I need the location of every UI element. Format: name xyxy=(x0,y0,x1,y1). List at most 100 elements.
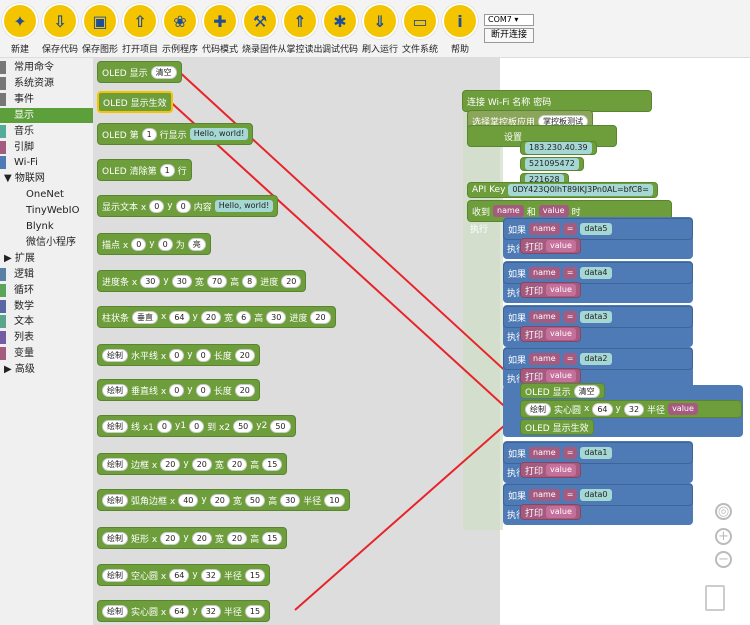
config-value[interactable]: 183.230.40.39 xyxy=(525,142,592,154)
progress-block[interactable]: 进度条 x 30 y 30 宽 70 高 8 进度 20 xyxy=(97,270,307,292)
block-field[interactable]: 50 xyxy=(233,419,254,433)
text-block[interactable]: 显示文本 x 0 y 0 内容 Hello, world! xyxy=(97,195,279,217)
eq-op[interactable]: = xyxy=(562,223,578,235)
block-field[interactable]: 15 xyxy=(244,568,266,582)
block-field[interactable]: 绘制 xyxy=(102,568,128,582)
block-field[interactable]: 8 xyxy=(242,274,258,288)
category-item[interactable]: 事件 xyxy=(0,92,93,107)
block-field[interactable]: 亮 xyxy=(187,237,206,251)
block-field[interactable]: 20 xyxy=(160,531,181,545)
block-field[interactable]: 20 xyxy=(310,310,331,324)
category-item[interactable]: 逻辑 xyxy=(0,267,93,282)
block-field[interactable]: 0 xyxy=(131,237,147,251)
var-name[interactable]: name xyxy=(529,267,560,279)
block-field[interactable]: 0 xyxy=(157,237,173,251)
block-field[interactable]: 绘制 xyxy=(102,604,128,618)
block-field[interactable]: 绘制 xyxy=(102,457,128,471)
eq-op[interactable]: = xyxy=(562,267,578,279)
print-var[interactable]: value xyxy=(546,240,576,252)
print-var[interactable]: value xyxy=(546,370,576,382)
recenter-icon[interactable]: ◎ xyxy=(715,503,732,520)
block-field[interactable]: 20 xyxy=(226,457,248,471)
block-field[interactable]: 15 xyxy=(262,457,283,471)
category-item[interactable]: ▶ 扩展 xyxy=(0,251,93,266)
var-name[interactable]: name xyxy=(529,489,560,501)
block-field[interactable]: 15 xyxy=(262,531,283,545)
block-field[interactable]: 1 xyxy=(141,127,157,141)
oled-clear-block[interactable]: OLED 显示 清空 xyxy=(97,61,182,83)
oled-line-block[interactable]: OLED 第 1 行显示 Hello, world! xyxy=(97,123,254,145)
eq-op[interactable]: = xyxy=(562,447,578,459)
block-field[interactable]: 0 xyxy=(175,199,191,213)
category-item[interactable]: Blynk xyxy=(0,219,93,234)
block-field[interactable]: 32 xyxy=(200,604,221,618)
block-field[interactable]: 30 xyxy=(171,274,192,288)
category-item[interactable]: 系统资源 xyxy=(0,76,93,91)
block-variable[interactable]: value xyxy=(668,403,698,415)
block-field[interactable]: 30 xyxy=(140,274,161,288)
block-field[interactable]: 绘制 xyxy=(102,419,128,433)
toolbar-button-11[interactable]: i 帮助 xyxy=(440,3,480,55)
var-name[interactable]: name xyxy=(529,447,560,459)
category-item[interactable]: 数学 xyxy=(0,299,93,314)
category-item[interactable]: 常用命令 xyxy=(0,60,93,75)
block-field[interactable]: 绘制 xyxy=(102,531,128,545)
block-field[interactable]: 0 xyxy=(169,383,185,397)
block-field[interactable]: 32 xyxy=(623,402,645,416)
category-item[interactable]: 循环 xyxy=(0,283,93,298)
block-field[interactable]: 绘制 xyxy=(102,493,128,507)
ws-oled-apply-block[interactable]: OLED 显示生效 xyxy=(520,419,594,435)
frame-block[interactable]: 绘制 边框 x 20 y 20 宽 20 高 15 xyxy=(97,453,288,475)
var-name[interactable]: name xyxy=(529,311,560,323)
block-field[interactable]: 垂直 xyxy=(132,310,159,324)
block-field[interactable]: 64 xyxy=(169,310,190,324)
trash-icon[interactable] xyxy=(705,585,725,611)
round-frame-block[interactable]: 绘制 弧角边框 x 40 y 20 宽 50 高 30 半径 10 xyxy=(97,489,350,511)
hline-block[interactable]: 绘制 水平线 x 0 y 0 长度 20 xyxy=(97,344,260,366)
eq-op[interactable]: = xyxy=(562,311,578,323)
block-field[interactable]: 30 xyxy=(266,310,287,324)
block-field[interactable]: 清空 xyxy=(150,65,177,79)
config-value[interactable]: 521095472 xyxy=(525,158,579,170)
block-field[interactable]: 6 xyxy=(236,310,252,324)
block-field[interactable]: 绘制 xyxy=(102,383,128,397)
block-field[interactable]: 0 xyxy=(156,419,173,433)
block-field[interactable]: 20 xyxy=(160,457,181,471)
block-field[interactable]: 20 xyxy=(191,531,212,545)
zoom-out-icon[interactable]: − xyxy=(715,551,732,568)
category-item[interactable]: ▼ 物联网 xyxy=(0,171,93,186)
category-item[interactable]: OneNet xyxy=(0,187,93,202)
line-block[interactable]: 绘制线 x1 0 y1 0 到 x2 50 y2 50 xyxy=(97,415,296,437)
category-item[interactable]: TinyWebIO xyxy=(0,203,93,218)
print-block[interactable]: 打印 value xyxy=(520,504,581,520)
hollow-circle-block[interactable]: 绘制 空心圆 x 64 y 32 半径 15 xyxy=(97,564,271,586)
block-field[interactable]: 0 xyxy=(195,383,211,397)
ws-oled-clear-block[interactable]: OLED 显示 清空 xyxy=(520,383,605,399)
print-block[interactable]: 打印 value xyxy=(520,326,581,342)
category-item[interactable]: 引脚 xyxy=(0,140,93,155)
block-field[interactable]: 20 xyxy=(281,274,302,288)
var-name[interactable]: name xyxy=(529,223,560,235)
block-field[interactable]: 50 xyxy=(244,493,266,507)
block-field[interactable]: 40 xyxy=(178,493,199,507)
eq-op[interactable]: = xyxy=(562,489,578,501)
category-item[interactable]: 文本 xyxy=(0,314,93,329)
print-block[interactable]: 打印 value xyxy=(520,282,581,298)
block-field[interactable]: 绘制 xyxy=(525,402,551,416)
block-field[interactable]: 20 xyxy=(200,310,222,324)
block-field[interactable]: 70 xyxy=(206,274,228,288)
data-string[interactable]: data4 xyxy=(580,267,612,279)
ws-filled-circle-block[interactable]: 绘制 实心圆 x 64 y 32 半径 value xyxy=(520,400,742,418)
category-item[interactable]: 显示 xyxy=(0,107,93,123)
block-field[interactable]: 清空 xyxy=(573,384,600,398)
block-field[interactable]: 20 xyxy=(234,348,255,362)
vline-block[interactable]: 绘制 垂直线 x 0 y 0 长度 20 xyxy=(97,379,260,401)
data-string[interactable]: data0 xyxy=(580,489,612,501)
zoom-in-icon[interactable]: + xyxy=(715,528,732,545)
category-item[interactable]: 音乐 xyxy=(0,124,93,139)
wifi-block[interactable]: 连接 Wi-Fi 名称 密码 xyxy=(462,90,652,112)
block-field[interactable]: 绘制 xyxy=(102,348,128,362)
block-field[interactable]: 64 xyxy=(169,604,190,618)
data-string[interactable]: data5 xyxy=(580,223,612,235)
category-item[interactable]: Wi-Fi xyxy=(0,155,93,170)
